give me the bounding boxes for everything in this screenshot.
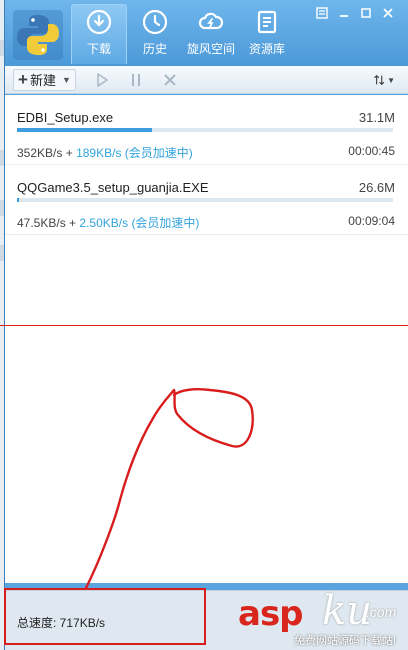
- download-item[interactable]: QQGame3.5_setup_guanjia.EXE 26.6M 47.5KB…: [5, 165, 408, 235]
- watermark: asp ku .com 免费网站源码下载站!: [238, 588, 408, 650]
- toolbar: + 新建 ▼ ▼: [5, 66, 408, 94]
- nav-cloud-space-label: 旋风空间: [186, 42, 235, 56]
- close-window-icon: [383, 8, 393, 18]
- download-size: 26.6M: [358, 180, 395, 195]
- speed-plus: +: [65, 146, 73, 160]
- time-remaining: 00:00:45: [348, 144, 395, 158]
- download-filename: QQGame3.5_setup_guanjia.EXE: [17, 180, 209, 195]
- sort-arrow-icon: ▼: [387, 75, 395, 85]
- close-window-button[interactable]: [377, 4, 399, 22]
- watermark-com: .com: [366, 604, 397, 620]
- accelerated-speed: 189KB/s (会员加速中): [76, 146, 193, 160]
- download-speed: 47.5KB/s + 2.50KB/s (会员加速中): [17, 214, 199, 231]
- watermark-ku: ku: [322, 588, 372, 634]
- new-task-button[interactable]: + 新建 ▼: [13, 68, 76, 91]
- sort-button[interactable]: ▼: [373, 70, 395, 90]
- maximize-button[interactable]: [355, 4, 377, 22]
- download-icon: [86, 9, 112, 35]
- main-nav: 下载 历史 旋风空间 资源库: [71, 4, 295, 64]
- nav-cloud-space[interactable]: 旋风空间: [183, 4, 239, 64]
- watermark-main: asp: [238, 594, 304, 634]
- skin-icon: [316, 7, 328, 19]
- progress-fill: [17, 128, 153, 132]
- history-icon: [142, 9, 168, 35]
- download-size: 31.1M: [358, 110, 395, 125]
- plus-icon: +: [18, 70, 28, 89]
- start-button[interactable]: [90, 68, 114, 92]
- nav-library-label: 资源库: [248, 42, 285, 56]
- download-speed: 352KB/s + 189KB/s (会员加速中): [17, 144, 193, 161]
- base-speed: 47.5KB/s: [17, 216, 66, 230]
- watermark-subtitle: 免费网站源码下载站!: [294, 635, 397, 647]
- download-filename: EDBI_Setup.exe: [17, 110, 114, 125]
- annotation-box: [4, 588, 206, 645]
- sort-icon: [374, 74, 385, 86]
- header: 下载 历史 旋风空间 资源库: [5, 0, 408, 66]
- pause-icon: [131, 73, 140, 86]
- window-controls: [311, 4, 399, 22]
- minimize-button[interactable]: [333, 4, 355, 22]
- accelerated-speed: 2.50KB/s (会员加速中): [79, 216, 200, 230]
- nav-history[interactable]: 历史: [127, 4, 183, 64]
- play-icon: [97, 72, 108, 87]
- progress-fill: [17, 198, 20, 202]
- python-logo-icon: [13, 10, 63, 60]
- speed-plus: +: [69, 216, 77, 230]
- cloud-icon: [198, 12, 224, 30]
- download-item[interactable]: EDBI_Setup.exe 31.1M 352KB/s + 189KB/s (…: [5, 95, 408, 165]
- close-icon: [164, 73, 176, 86]
- progress-bar: [17, 198, 393, 202]
- download-list: EDBI_Setup.exe 31.1M 352KB/s + 189KB/s (…: [5, 95, 408, 583]
- progress-bar: [17, 128, 393, 132]
- delete-button[interactable]: [158, 68, 182, 92]
- chevron-down-icon[interactable]: ▼: [62, 75, 71, 85]
- skin-button[interactable]: [311, 4, 333, 22]
- new-task-label: 新建: [29, 73, 56, 88]
- nav-download-label: 下载: [86, 42, 111, 56]
- maximize-icon: [361, 8, 371, 18]
- minimize-icon: [340, 15, 348, 17]
- annotation-line: [0, 325, 408, 326]
- nav-history-label: 历史: [142, 42, 167, 56]
- pause-button[interactable]: [124, 68, 148, 92]
- nav-download[interactable]: 下载: [71, 4, 127, 64]
- time-remaining: 00:09:04: [348, 214, 395, 228]
- nav-library[interactable]: 资源库: [239, 4, 295, 64]
- base-speed: 352KB/s: [17, 146, 63, 160]
- library-icon: [257, 10, 277, 34]
